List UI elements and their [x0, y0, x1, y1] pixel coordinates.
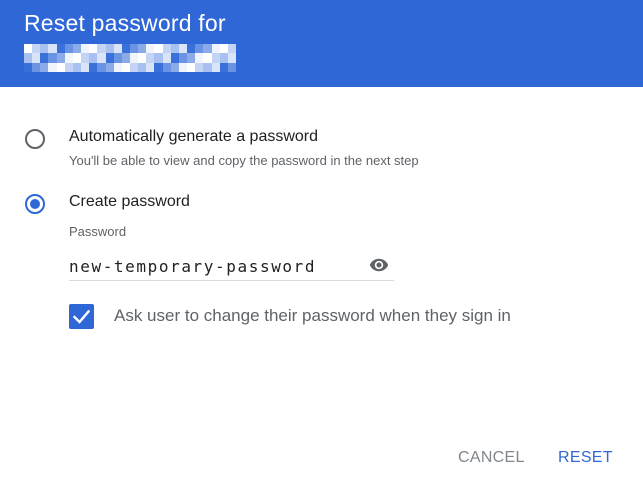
option-create-password-label[interactable]: Create password [69, 193, 190, 211]
option-auto-generate-label[interactable]: Automatically generate a password [69, 128, 318, 146]
option-auto-generate-description: You'll be able to view and copy the pass… [69, 153, 419, 168]
change-password-checkbox[interactable] [69, 304, 94, 329]
dialog-title: Reset password for [24, 10, 226, 36]
eye-icon[interactable] [367, 255, 391, 275]
cancel-button[interactable]: CANCEL [458, 449, 525, 467]
radio-auto-generate[interactable] [25, 129, 45, 149]
dialog-header: Reset password for [0, 0, 643, 87]
radio-create-password[interactable] [25, 194, 45, 214]
reset-button[interactable]: RESET [558, 449, 613, 467]
redacted-email [24, 44, 236, 72]
checkmark-icon [72, 309, 91, 324]
change-password-label[interactable]: Ask user to change their password when t… [114, 306, 511, 326]
password-input[interactable] [69, 252, 394, 281]
password-field-label: Password [69, 224, 127, 239]
